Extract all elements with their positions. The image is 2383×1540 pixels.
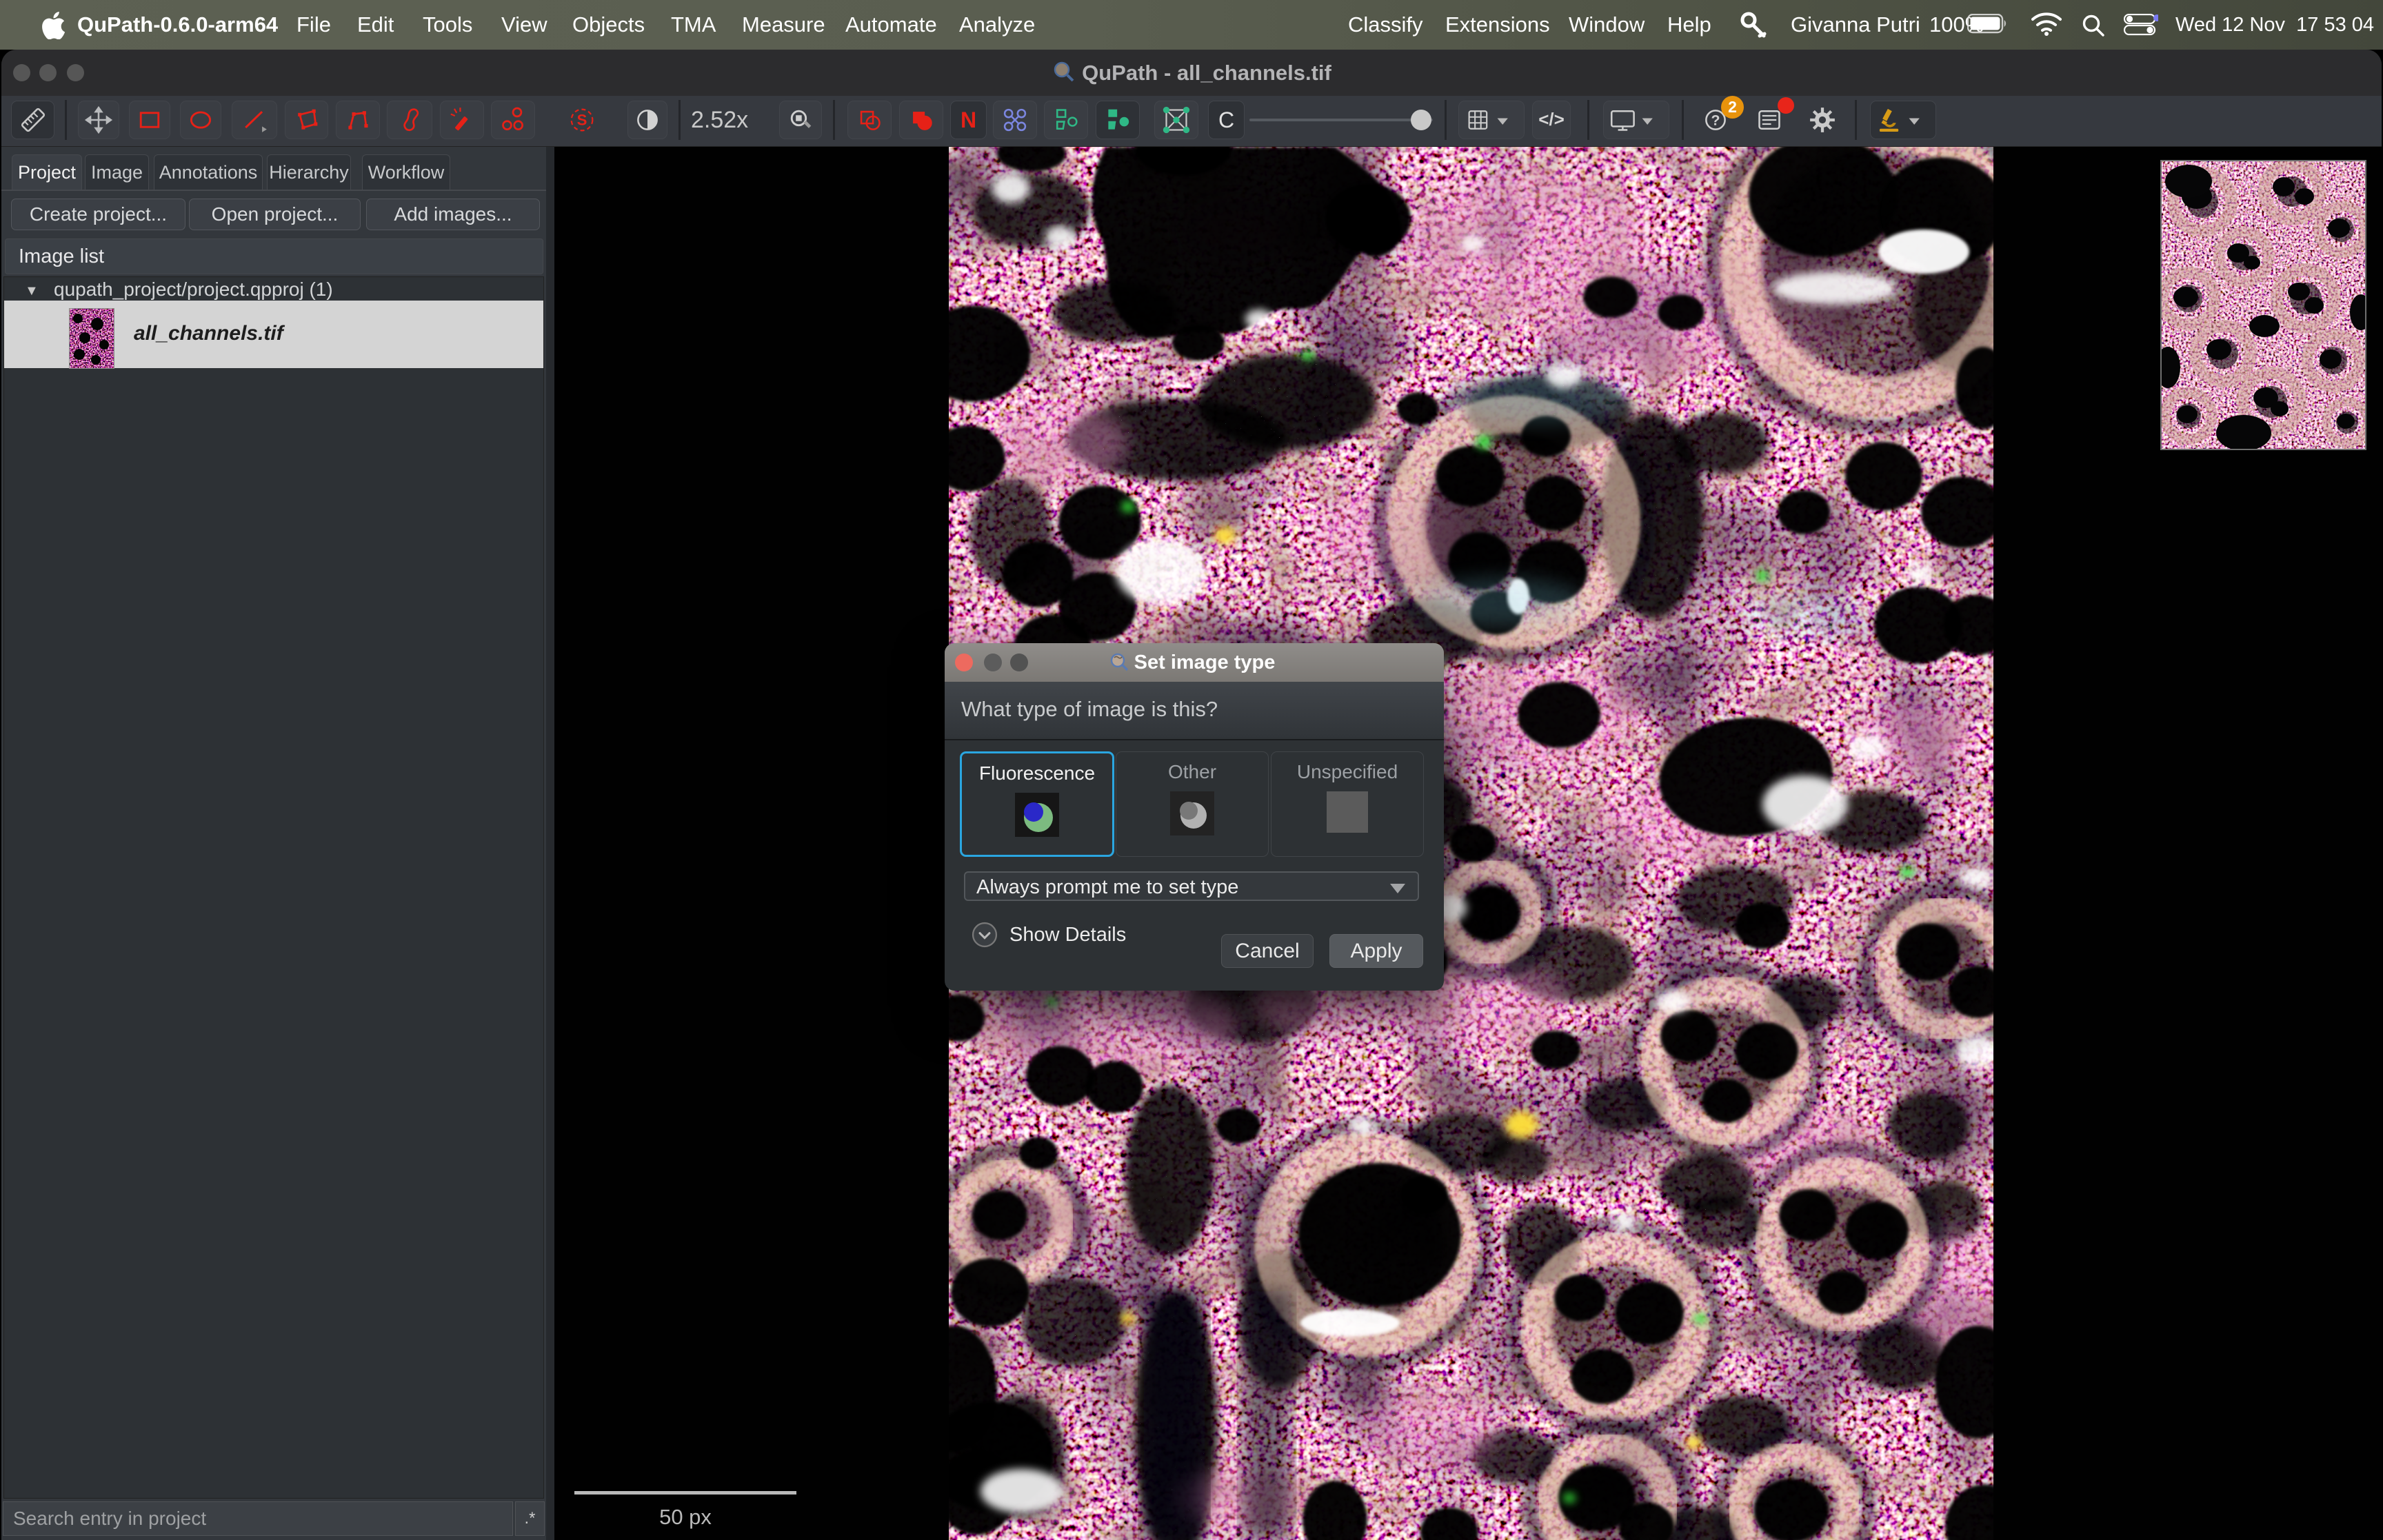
svg-text:S: S — [577, 112, 587, 129]
svg-text:?: ? — [1711, 112, 1720, 129]
